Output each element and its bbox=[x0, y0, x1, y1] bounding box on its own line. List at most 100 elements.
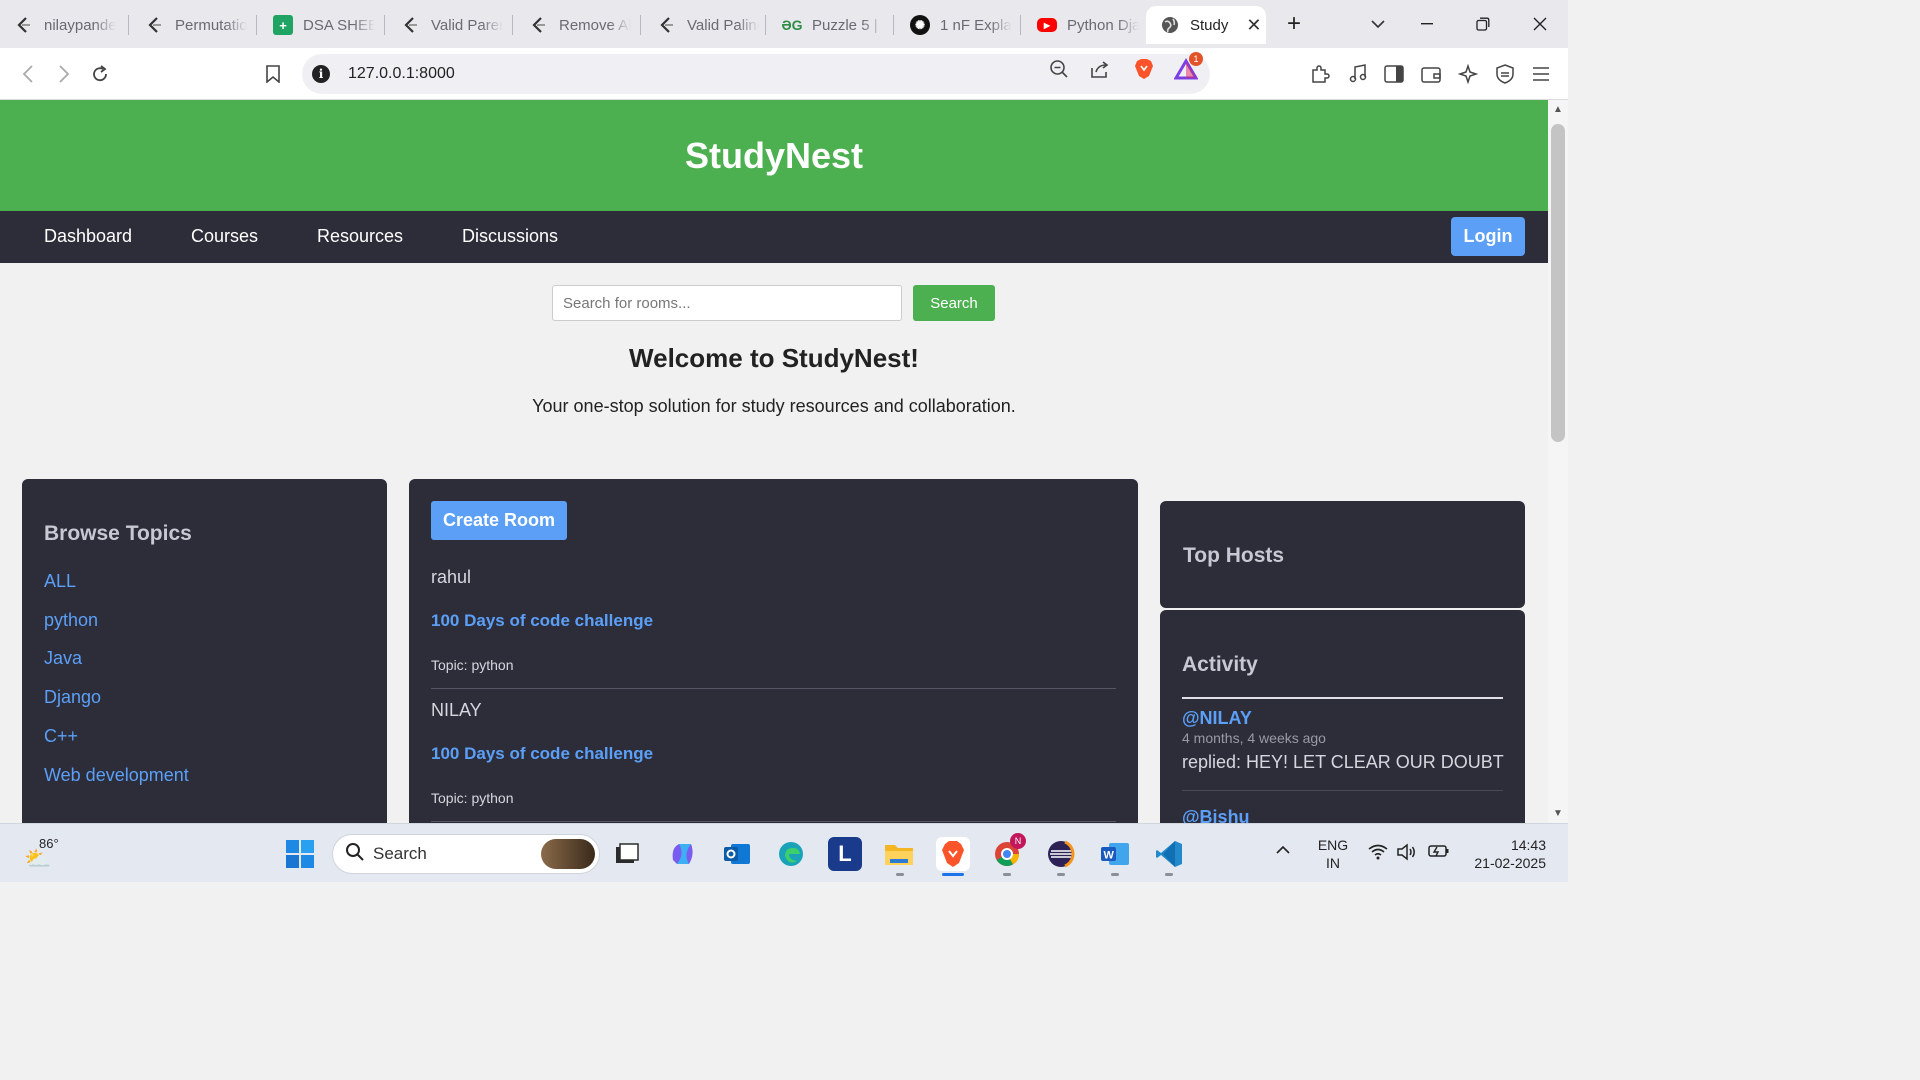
tab-permutations[interactable]: Permutations bbox=[131, 6, 256, 44]
room-host[interactable]: rahul bbox=[431, 567, 471, 588]
close-tab-icon[interactable]: ✕ bbox=[1246, 15, 1261, 36]
leetcode-icon bbox=[401, 15, 421, 35]
page-scrollbar[interactable]: ▲ ▼ bbox=[1548, 100, 1568, 823]
bookmark-icon[interactable] bbox=[259, 60, 287, 88]
region-code: IN bbox=[1326, 855, 1340, 871]
media-icon[interactable] bbox=[1344, 60, 1372, 88]
wifi-icon[interactable] bbox=[1368, 844, 1388, 864]
running-indicator bbox=[896, 873, 904, 876]
room-divider bbox=[431, 688, 1116, 689]
site-info-icon[interactable]: i bbox=[312, 65, 330, 83]
outlook-icon[interactable] bbox=[720, 837, 754, 871]
brave-rewards-icon[interactable]: 1 bbox=[1173, 52, 1203, 82]
login-button[interactable]: Login bbox=[1451, 217, 1525, 256]
volume-icon[interactable] bbox=[1397, 843, 1417, 865]
gfg-icon: ƏG bbox=[781, 17, 803, 33]
tray-overflow-chevron-icon[interactable] bbox=[1276, 840, 1290, 858]
nav-dashboard[interactable]: Dashboard bbox=[44, 226, 132, 247]
topic-web-development[interactable]: Web development bbox=[44, 765, 189, 786]
tab-1nf-explained[interactable]: ✺ 1 nF Explained bbox=[896, 6, 1020, 44]
tab-divider bbox=[765, 15, 766, 35]
forward-icon[interactable] bbox=[50, 60, 78, 88]
tab-remove-all[interactable]: Remove All bbox=[515, 6, 640, 44]
nav-discussions[interactable]: Discussions bbox=[462, 226, 558, 247]
running-indicator bbox=[1003, 873, 1011, 876]
sidebar-icon[interactable] bbox=[1380, 60, 1408, 88]
close-window-icon[interactable] bbox=[1520, 8, 1560, 40]
eclipse-icon[interactable] bbox=[1044, 837, 1078, 871]
wallet-icon[interactable] bbox=[1417, 60, 1445, 88]
tab-title: Puzzle 5 | bbox=[812, 16, 878, 34]
address-bar[interactable]: i 127.0.0.1:8000 bbox=[302, 54, 1210, 94]
activity-user[interactable]: @Bishu bbox=[1182, 807, 1250, 823]
tab-divider bbox=[512, 15, 513, 35]
restore-icon[interactable] bbox=[1463, 8, 1503, 40]
search-button[interactable]: Search bbox=[913, 285, 995, 321]
room-host[interactable]: NILAY bbox=[431, 700, 482, 721]
reload-icon[interactable] bbox=[86, 60, 114, 88]
room-search-input[interactable] bbox=[552, 285, 902, 321]
edge-icon[interactable] bbox=[774, 837, 808, 871]
input-language[interactable]: ENG IN bbox=[1316, 836, 1350, 872]
tab-valid-palindrome[interactable]: Valid Palindrome bbox=[643, 6, 765, 44]
top-hosts-panel: Top Hosts bbox=[1160, 501, 1525, 608]
tab-list-chevron-icon[interactable] bbox=[1358, 8, 1398, 40]
nav-courses[interactable]: Courses bbox=[191, 226, 258, 247]
scrollbar-thumb[interactable] bbox=[1551, 124, 1565, 442]
room-name-link[interactable]: 100 Days of code challenge bbox=[431, 611, 653, 631]
svg-text:W: W bbox=[1104, 850, 1115, 862]
weather-temp: 86° bbox=[39, 836, 59, 851]
activity-title: Activity bbox=[1182, 653, 1258, 676]
nav-resources[interactable]: Resources bbox=[317, 226, 403, 247]
tab-valid-parentheses[interactable]: Valid Parentheses bbox=[387, 6, 512, 44]
url-text[interactable]: 127.0.0.1:8000 bbox=[348, 65, 455, 83]
taskbar-search[interactable]: Search bbox=[332, 834, 600, 874]
task-view-icon[interactable] bbox=[610, 837, 644, 871]
new-tab-icon[interactable]: + bbox=[1274, 8, 1314, 40]
tab-study[interactable]: Study ✕ bbox=[1146, 6, 1266, 44]
browse-topics-panel: Browse Topics ALL python Java Django C++… bbox=[22, 479, 387, 823]
topic-django[interactable]: Django bbox=[44, 687, 101, 708]
weather-widget[interactable]: ⛅ 86° bbox=[24, 836, 64, 872]
tab-nilaypandey[interactable]: nilaypandey bbox=[0, 6, 128, 44]
tab-divider bbox=[128, 15, 129, 35]
l-app-icon[interactable]: L bbox=[828, 837, 862, 871]
activity-user[interactable]: @NILAY bbox=[1182, 708, 1252, 729]
menu-icon[interactable] bbox=[1527, 60, 1555, 88]
file-explorer-icon[interactable] bbox=[882, 837, 916, 871]
extensions-icon[interactable] bbox=[1306, 60, 1334, 88]
topic-java[interactable]: Java bbox=[44, 648, 82, 669]
vscode-icon[interactable] bbox=[1152, 837, 1186, 871]
create-room-button[interactable]: Create Room bbox=[431, 501, 567, 540]
back-icon[interactable] bbox=[14, 60, 42, 88]
leetcode-icon bbox=[14, 15, 34, 35]
scroll-down-icon[interactable]: ▼ bbox=[1553, 808, 1563, 819]
tab-puzzle[interactable]: ƏG Puzzle 5 | bbox=[768, 6, 893, 44]
brave-shields-icon[interactable] bbox=[1131, 56, 1157, 82]
start-icon[interactable] bbox=[283, 837, 317, 871]
brave-taskbar-icon[interactable] bbox=[936, 837, 970, 871]
minimize-icon[interactable] bbox=[1407, 8, 1447, 40]
topic-python[interactable]: python bbox=[44, 610, 98, 631]
site-nav: Dashboard Courses Resources Discussions … bbox=[0, 211, 1548, 263]
tab-python-django[interactable]: ▶ Python Django bbox=[1023, 6, 1145, 44]
copilot-icon[interactable] bbox=[666, 837, 700, 871]
share-icon[interactable] bbox=[1087, 56, 1113, 82]
topic-all[interactable]: ALL bbox=[44, 571, 76, 592]
vpn-shield-icon[interactable] bbox=[1491, 60, 1519, 88]
chrome-icon[interactable]: N bbox=[990, 833, 1026, 871]
word-icon[interactable]: W bbox=[1098, 837, 1132, 871]
room-name-link[interactable]: 100 Days of code challenge bbox=[431, 744, 653, 764]
tab-title: Valid Palindrome bbox=[687, 16, 759, 34]
topic-cpp[interactable]: C++ bbox=[44, 726, 78, 747]
tab-title: Permutations bbox=[175, 16, 247, 34]
scroll-up-icon[interactable]: ▲ bbox=[1553, 104, 1563, 115]
zoom-out-icon[interactable] bbox=[1046, 56, 1072, 82]
leo-ai-icon[interactable] bbox=[1454, 60, 1482, 88]
tab-dsa-sheet[interactable]: + DSA SHEET bbox=[259, 6, 384, 44]
battery-icon[interactable] bbox=[1428, 844, 1450, 862]
tab-title: DSA SHEET bbox=[303, 16, 375, 34]
clock[interactable]: 14:43 21-02-2025 bbox=[1466, 836, 1546, 872]
site-brand[interactable]: StudyNest bbox=[685, 135, 863, 177]
search-icon bbox=[345, 842, 365, 867]
